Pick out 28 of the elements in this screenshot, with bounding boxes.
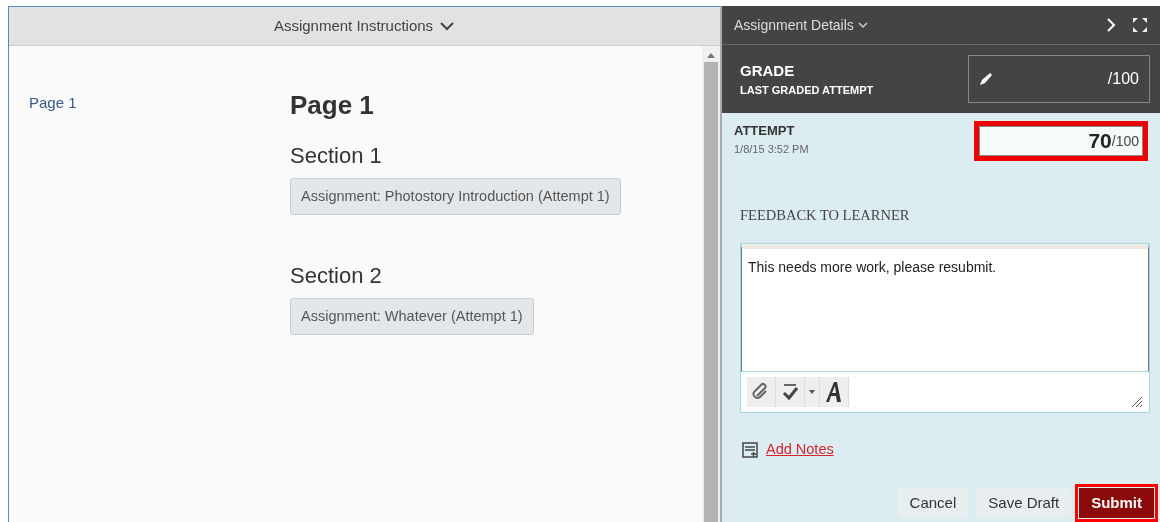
page-heading: Page 1 bbox=[290, 89, 375, 122]
grade-sublabel: LAST GRADED ATTEMPT bbox=[740, 83, 874, 98]
feedback-label: FEEDBACK TO LEARNER bbox=[740, 206, 911, 225]
action-button[interactable]: Save Draft bbox=[976, 487, 1072, 518]
panel-title[interactable]: Assignment Instructions bbox=[273, 14, 434, 38]
attempt-label: ATTEMPT bbox=[734, 122, 796, 140]
pencil-icon bbox=[979, 72, 993, 86]
add-notes-link[interactable]: Add Notes bbox=[766, 438, 834, 461]
notes-icon bbox=[742, 441, 758, 458]
resize-handle-icon[interactable] bbox=[1131, 395, 1143, 408]
section-heading: Section 2 bbox=[290, 262, 383, 290]
expand-icon[interactable] bbox=[1132, 17, 1148, 33]
section-heading: Section 1 bbox=[290, 142, 383, 170]
score-field[interactable]: 70/100 bbox=[974, 121, 1148, 161]
toc-link[interactable]: Page 1 bbox=[29, 92, 270, 115]
scrollbar[interactable] bbox=[702, 46, 720, 522]
panel-title[interactable]: Assignment Details bbox=[734, 14, 854, 36]
attempt-date: 1/8/15 3:52 PM bbox=[734, 141, 809, 157]
feedback-text[interactable]: This needs more work, please resubmit. bbox=[741, 243, 1149, 372]
chevron-down-icon[interactable] bbox=[439, 21, 456, 31]
chevron-right-icon[interactable] bbox=[1106, 17, 1116, 33]
grade-field[interactable]: /100 bbox=[968, 55, 1150, 103]
scroll-up-icon[interactable] bbox=[707, 52, 715, 58]
assignment-item[interactable]: Assignment: Photostory Introduction (Attempt 1) bbox=[290, 178, 621, 215]
assignment-item[interactable]: Assignment: Whatever (Attempt 1) bbox=[290, 298, 534, 335]
grade-label: GRADE bbox=[740, 60, 796, 81]
feedback-editor[interactable]: This needs more work, please resubmit. bbox=[740, 242, 1150, 413]
action-button[interactable]: Cancel bbox=[897, 487, 969, 518]
